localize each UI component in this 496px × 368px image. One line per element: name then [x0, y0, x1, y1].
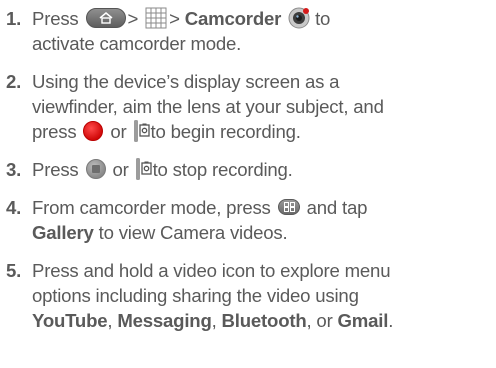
camcorder-app-icon	[288, 7, 310, 29]
app-name-gallery: Gallery	[32, 222, 94, 244]
step-text: to	[315, 8, 331, 29]
step-text: press	[32, 121, 77, 143]
step-1: 1. Press > > Camcorder to activate camco…	[6, 6, 496, 56]
step-text: or	[112, 159, 129, 181]
step-text: Using the device’s display screen as a	[32, 71, 340, 93]
stop-button-icon	[85, 159, 106, 180]
step-text: and tap	[306, 197, 368, 219]
step-text: >	[127, 8, 139, 29]
step-text: to view Camera videos.	[98, 222, 288, 244]
app-name-gmail: Gmail	[337, 310, 389, 332]
step-3: 3. Press or to stop recording.	[6, 157, 496, 182]
home-key-icon	[85, 8, 126, 29]
app-name-bluetooth: Bluetooth	[221, 310, 307, 332]
step-text: activate camcorder mode.	[32, 33, 242, 55]
instructions-page: 1. Press > > Camcorder to activate camco…	[0, 0, 496, 368]
punctuation: ,	[211, 310, 217, 332]
step-text: to stop recording.	[152, 159, 293, 181]
step-text: or	[110, 121, 127, 143]
step-number: 2.	[6, 71, 22, 93]
step-2: 2. Using the device’s display screen as …	[6, 69, 496, 144]
step-text: Press	[32, 8, 79, 29]
menu-key-icon	[277, 199, 300, 216]
step-number: 5.	[6, 260, 22, 282]
punctuation: .	[388, 310, 394, 332]
side-camera-key-icon	[133, 120, 150, 143]
step-text: to begin recording.	[150, 121, 301, 143]
record-button-icon	[83, 121, 104, 142]
step-text: options including sharing the video usin…	[32, 285, 359, 307]
step-text: viewfinder, aim the lens at your subject…	[32, 96, 384, 118]
apps-grid-icon	[145, 7, 167, 29]
punctuation: , or	[306, 310, 333, 332]
step-4: 4. From camcorder mode, press and tap Ga…	[6, 195, 496, 245]
step-number: 3.	[6, 159, 22, 181]
app-name-messaging: Messaging	[117, 310, 212, 332]
app-name-camcorder: Camcorder	[184, 8, 282, 29]
step-number: 1.	[6, 8, 22, 29]
step-text: Press and hold a video icon to explore m…	[32, 260, 391, 282]
app-name-youtube: YouTube	[32, 310, 108, 332]
side-camera-key-icon	[135, 158, 152, 181]
step-text: Press	[32, 159, 79, 181]
step-text: From camcorder mode, press	[32, 197, 271, 219]
step-text: >	[169, 8, 180, 29]
step-5: 5. Press and hold a video icon to explor…	[6, 258, 496, 333]
punctuation: ,	[107, 310, 113, 332]
step-number: 4.	[6, 197, 22, 219]
